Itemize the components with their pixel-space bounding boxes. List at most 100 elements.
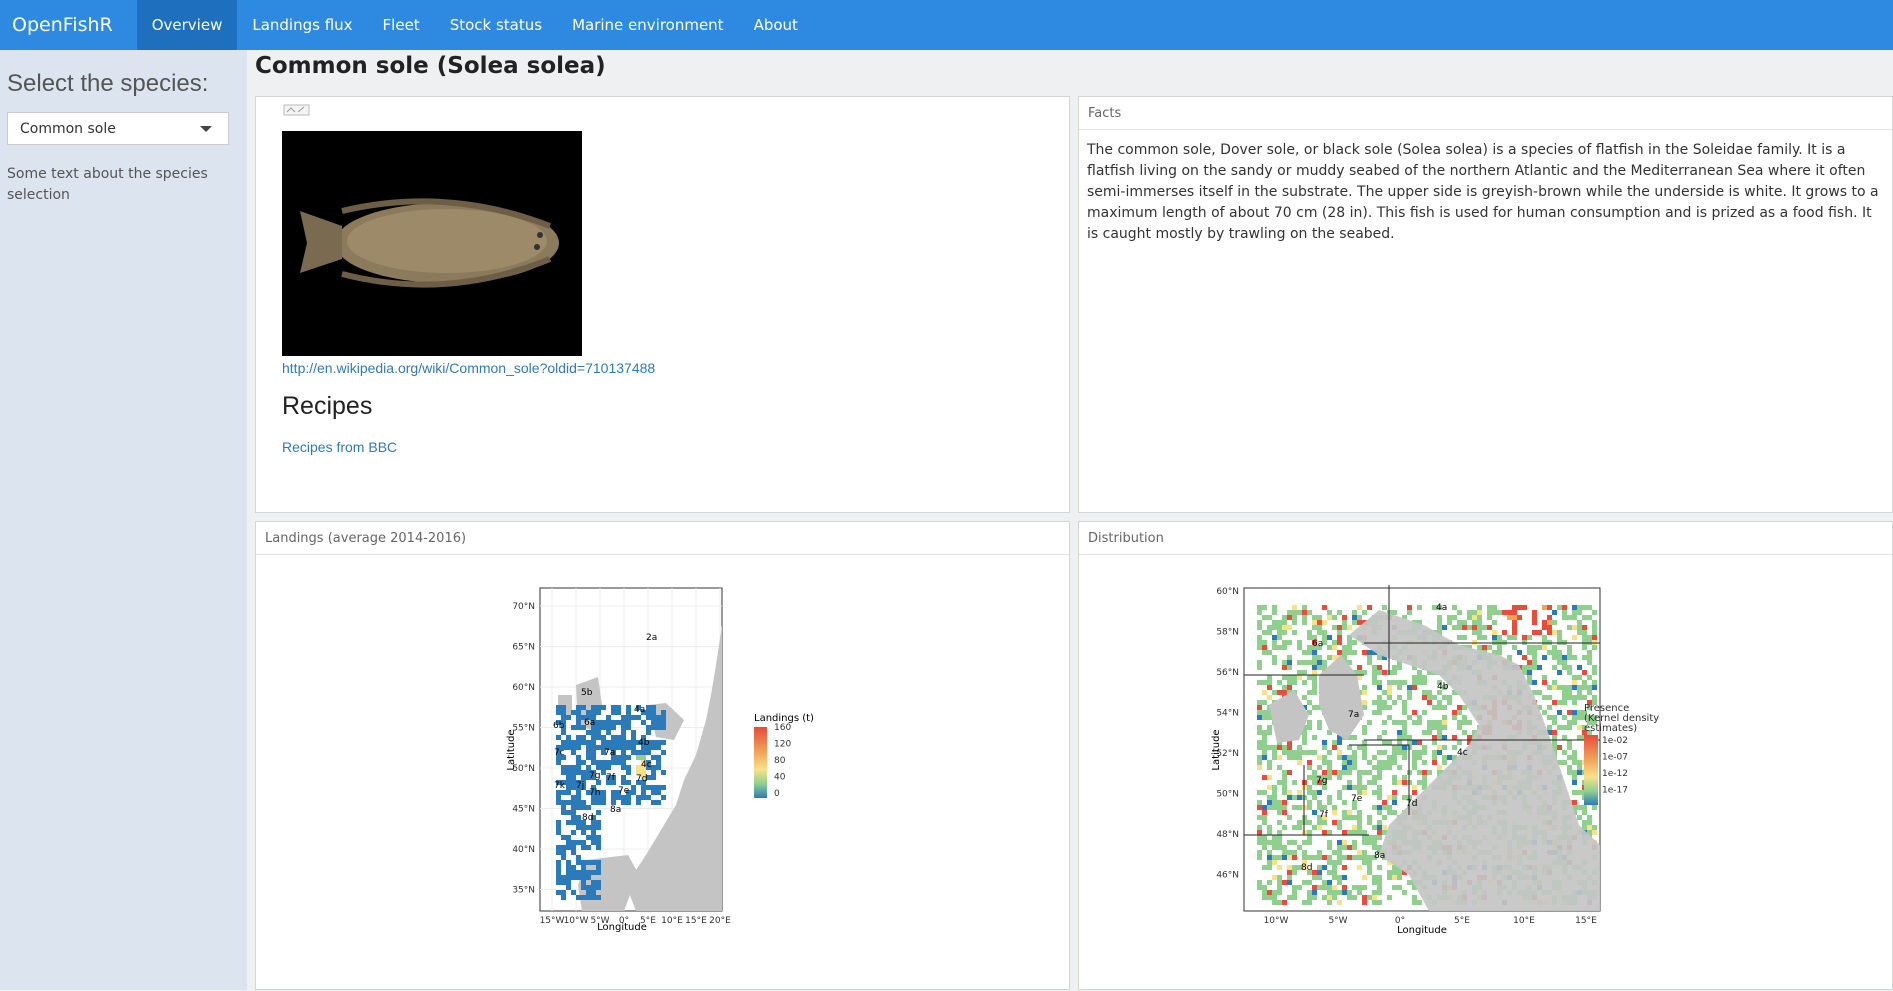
- nav-tab-stock-status[interactable]: Stock status: [435, 0, 557, 50]
- landings-cell: [561, 770, 566, 775]
- distribution-cell: [1372, 710, 1377, 715]
- landings-cell: [646, 710, 651, 715]
- distribution-cell: [1272, 790, 1277, 795]
- distribution-cell: [1282, 845, 1287, 850]
- distribution-cell: [1392, 720, 1397, 725]
- landings-cell: [556, 705, 561, 710]
- distribution-cell: [1282, 645, 1287, 650]
- landings-cell: [576, 710, 581, 715]
- distribution-cell: [1292, 675, 1297, 680]
- landings-cell: [576, 860, 581, 865]
- landings-cell: [591, 885, 596, 890]
- distribution-cell: [1272, 900, 1277, 905]
- distribution-cell: [1577, 815, 1582, 820]
- distribution-cell: [1412, 750, 1417, 755]
- species-select[interactable]: Common sole: [7, 112, 229, 145]
- nav-tab-overview[interactable]: Overview: [136, 0, 238, 50]
- distribution-cell: [1387, 690, 1392, 695]
- distribution-cell: [1562, 685, 1567, 690]
- distribution-cell: [1257, 830, 1262, 835]
- distribution-cell: [1287, 610, 1292, 615]
- distribution-cell: [1507, 635, 1512, 640]
- landings-cell: [641, 750, 646, 755]
- landings-cell: [566, 775, 571, 780]
- distribution-cell: [1397, 680, 1402, 685]
- distribution-cell: [1312, 660, 1317, 665]
- distribution-cell: [1277, 820, 1282, 825]
- distribution-cell: [1592, 620, 1597, 625]
- distribution-cell: [1452, 625, 1457, 630]
- distribution-cell: [1387, 795, 1392, 800]
- distribution-cell: [1497, 645, 1502, 650]
- broken-image-icon: [283, 104, 310, 116]
- landings-cell: [606, 730, 611, 735]
- distribution-cell: [1577, 710, 1582, 715]
- distribution-cell: [1392, 610, 1397, 615]
- distribution-cell: [1582, 820, 1587, 825]
- distribution-cell: [1442, 695, 1447, 700]
- landings-area-label: 2a: [646, 633, 657, 643]
- landings-cell: [646, 725, 651, 730]
- landings-cell: [556, 825, 561, 830]
- distribution-cell: [1317, 855, 1322, 860]
- distribution-cell: [1317, 825, 1322, 830]
- distribution-cell: [1567, 765, 1572, 770]
- recipes-bbc-link[interactable]: Recipes from BBC: [282, 439, 397, 455]
- distribution-cell: [1367, 650, 1372, 655]
- distribution-cell: [1417, 670, 1422, 675]
- distribution-cell: [1297, 755, 1302, 760]
- distribution-cell: [1392, 800, 1397, 805]
- distribution-cell: [1457, 720, 1462, 725]
- distribution-cell: [1292, 840, 1297, 845]
- landings-legend-tick: 80: [774, 756, 786, 766]
- nav-tab-landings-flux[interactable]: Landings flux: [237, 0, 367, 50]
- landings-lat-tick: 35°N: [512, 886, 535, 896]
- distribution-cell: [1302, 620, 1307, 625]
- distribution-cell: [1262, 650, 1267, 655]
- landings-cell: [596, 870, 601, 875]
- landings-cell: [571, 870, 576, 875]
- distribution-cell: [1362, 755, 1367, 760]
- distribution-cell: [1322, 855, 1327, 860]
- landings-cell: [591, 895, 596, 900]
- distribution-cell: [1527, 645, 1532, 650]
- distribution-cell: [1567, 720, 1572, 725]
- landings-cell: [601, 740, 606, 745]
- wikipedia-link[interactable]: http://en.wikipedia.org/wiki/Common_sole…: [282, 360, 655, 376]
- landings-cell: [596, 760, 601, 765]
- landings-cell: [661, 770, 666, 775]
- distribution-cell: [1327, 750, 1332, 755]
- landings-cell: [556, 710, 561, 715]
- distribution-cell: [1402, 745, 1407, 750]
- landings-ylabel: Latitude: [506, 729, 517, 770]
- distribution-cell: [1417, 680, 1422, 685]
- distribution-cell: [1317, 875, 1322, 880]
- distribution-cell: [1332, 820, 1337, 825]
- landings-cell: [571, 850, 576, 855]
- distribution-cell: [1397, 780, 1402, 785]
- landings-cell: [646, 705, 651, 710]
- distribution-cell: [1337, 825, 1342, 830]
- distribution-cell: [1337, 845, 1342, 850]
- distribution-cell: [1392, 665, 1397, 670]
- distribution-cell: [1432, 720, 1437, 725]
- landings-cell: [631, 730, 636, 735]
- nav-tab-fleet[interactable]: Fleet: [368, 0, 435, 50]
- distribution-cell: [1552, 620, 1557, 625]
- landings-cell: [596, 745, 601, 750]
- nav-tab-about[interactable]: About: [739, 0, 813, 50]
- landings-cell: [646, 750, 651, 755]
- distribution-cell: [1587, 690, 1592, 695]
- app-brand[interactable]: OpenFishR: [0, 0, 137, 50]
- distribution-cell: [1407, 735, 1412, 740]
- distribution-cell: [1342, 650, 1347, 655]
- distribution-cell: [1262, 715, 1267, 720]
- distribution-cell: [1267, 730, 1272, 735]
- distribution-cell: [1387, 740, 1392, 745]
- landings-cell: [596, 735, 601, 740]
- distribution-cell: [1382, 800, 1387, 805]
- landings-cell: [586, 755, 591, 760]
- landings-cell: [586, 845, 591, 850]
- nav-tab-marine-environment[interactable]: Marine environment: [557, 0, 739, 50]
- landings-legend-tick: 160: [774, 723, 791, 733]
